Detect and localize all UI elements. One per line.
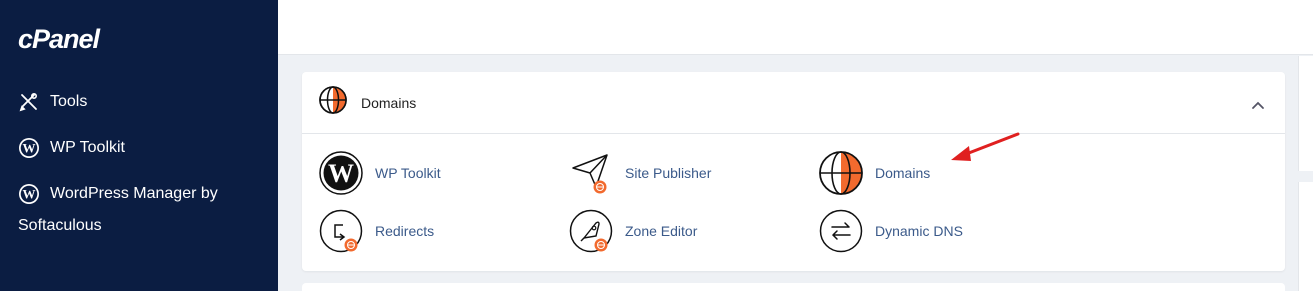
sidebar-item-tools[interactable]: Tools [18, 91, 87, 113]
domains-section: Domains W WP Toolkit Site Publisher Doma… [302, 72, 1285, 271]
cpanel-logo[interactable]: cPanel [18, 24, 100, 55]
tool-label: Dynamic DNS [875, 223, 963, 239]
globe-icon [819, 151, 863, 195]
svg-text:W: W [23, 141, 36, 156]
svg-text:W: W [328, 159, 354, 188]
tool-label: Zone Editor [625, 223, 698, 239]
tool-label: Redirects [375, 223, 435, 239]
top-bar [278, 0, 1313, 55]
exchange-arrows-icon [819, 209, 863, 253]
chevron-up-icon[interactable] [1251, 97, 1265, 115]
sidebar-item-wp-toolkit[interactable]: W WP Toolkit [18, 137, 125, 159]
tool-label: Site Publisher [625, 165, 712, 181]
section-header[interactable]: Domains [302, 72, 1285, 134]
wordpress-icon: W [18, 137, 40, 159]
wordpress-icon: W [18, 183, 40, 205]
tool-label: WP Toolkit [375, 165, 441, 181]
sidebar-item-wordpress-manager[interactable]: W WordPress Manager by Softaculous [18, 178, 268, 242]
paper-plane-icon [569, 151, 613, 195]
sidebar-item-label: Tools [50, 93, 88, 110]
tool-zone-editor[interactable]: Zone Editor [569, 209, 697, 253]
tool-domains[interactable]: Domains [819, 151, 930, 195]
svg-text:W: W [23, 186, 36, 201]
section-title: Domains [361, 94, 417, 111]
side-panel-edge [1298, 56, 1313, 171]
sidebar: cPanel Tools W WP Toolkit W WordPress Ma… [0, 0, 278, 291]
annotation-arrow-icon [951, 132, 1020, 161]
tool-dynamic-dns[interactable]: Dynamic DNS [819, 209, 963, 253]
next-section [302, 283, 1285, 291]
rocket-icon [569, 209, 613, 253]
tool-redirects[interactable]: Redirects [319, 209, 434, 253]
tool-site-publisher[interactable]: Site Publisher [569, 151, 711, 195]
tools-icon [18, 91, 40, 113]
side-panel-edge [1298, 182, 1313, 291]
redirect-icon [319, 209, 363, 253]
sidebar-item-label: WP Toolkit [50, 139, 125, 156]
sidebar-item-label: WordPress Manager by Softaculous [18, 185, 218, 234]
wordpress-icon: W [319, 151, 363, 195]
tool-label: Domains [875, 165, 931, 181]
globe-icon [319, 86, 347, 119]
tool-wp-toolkit[interactable]: W WP Toolkit [319, 151, 441, 195]
